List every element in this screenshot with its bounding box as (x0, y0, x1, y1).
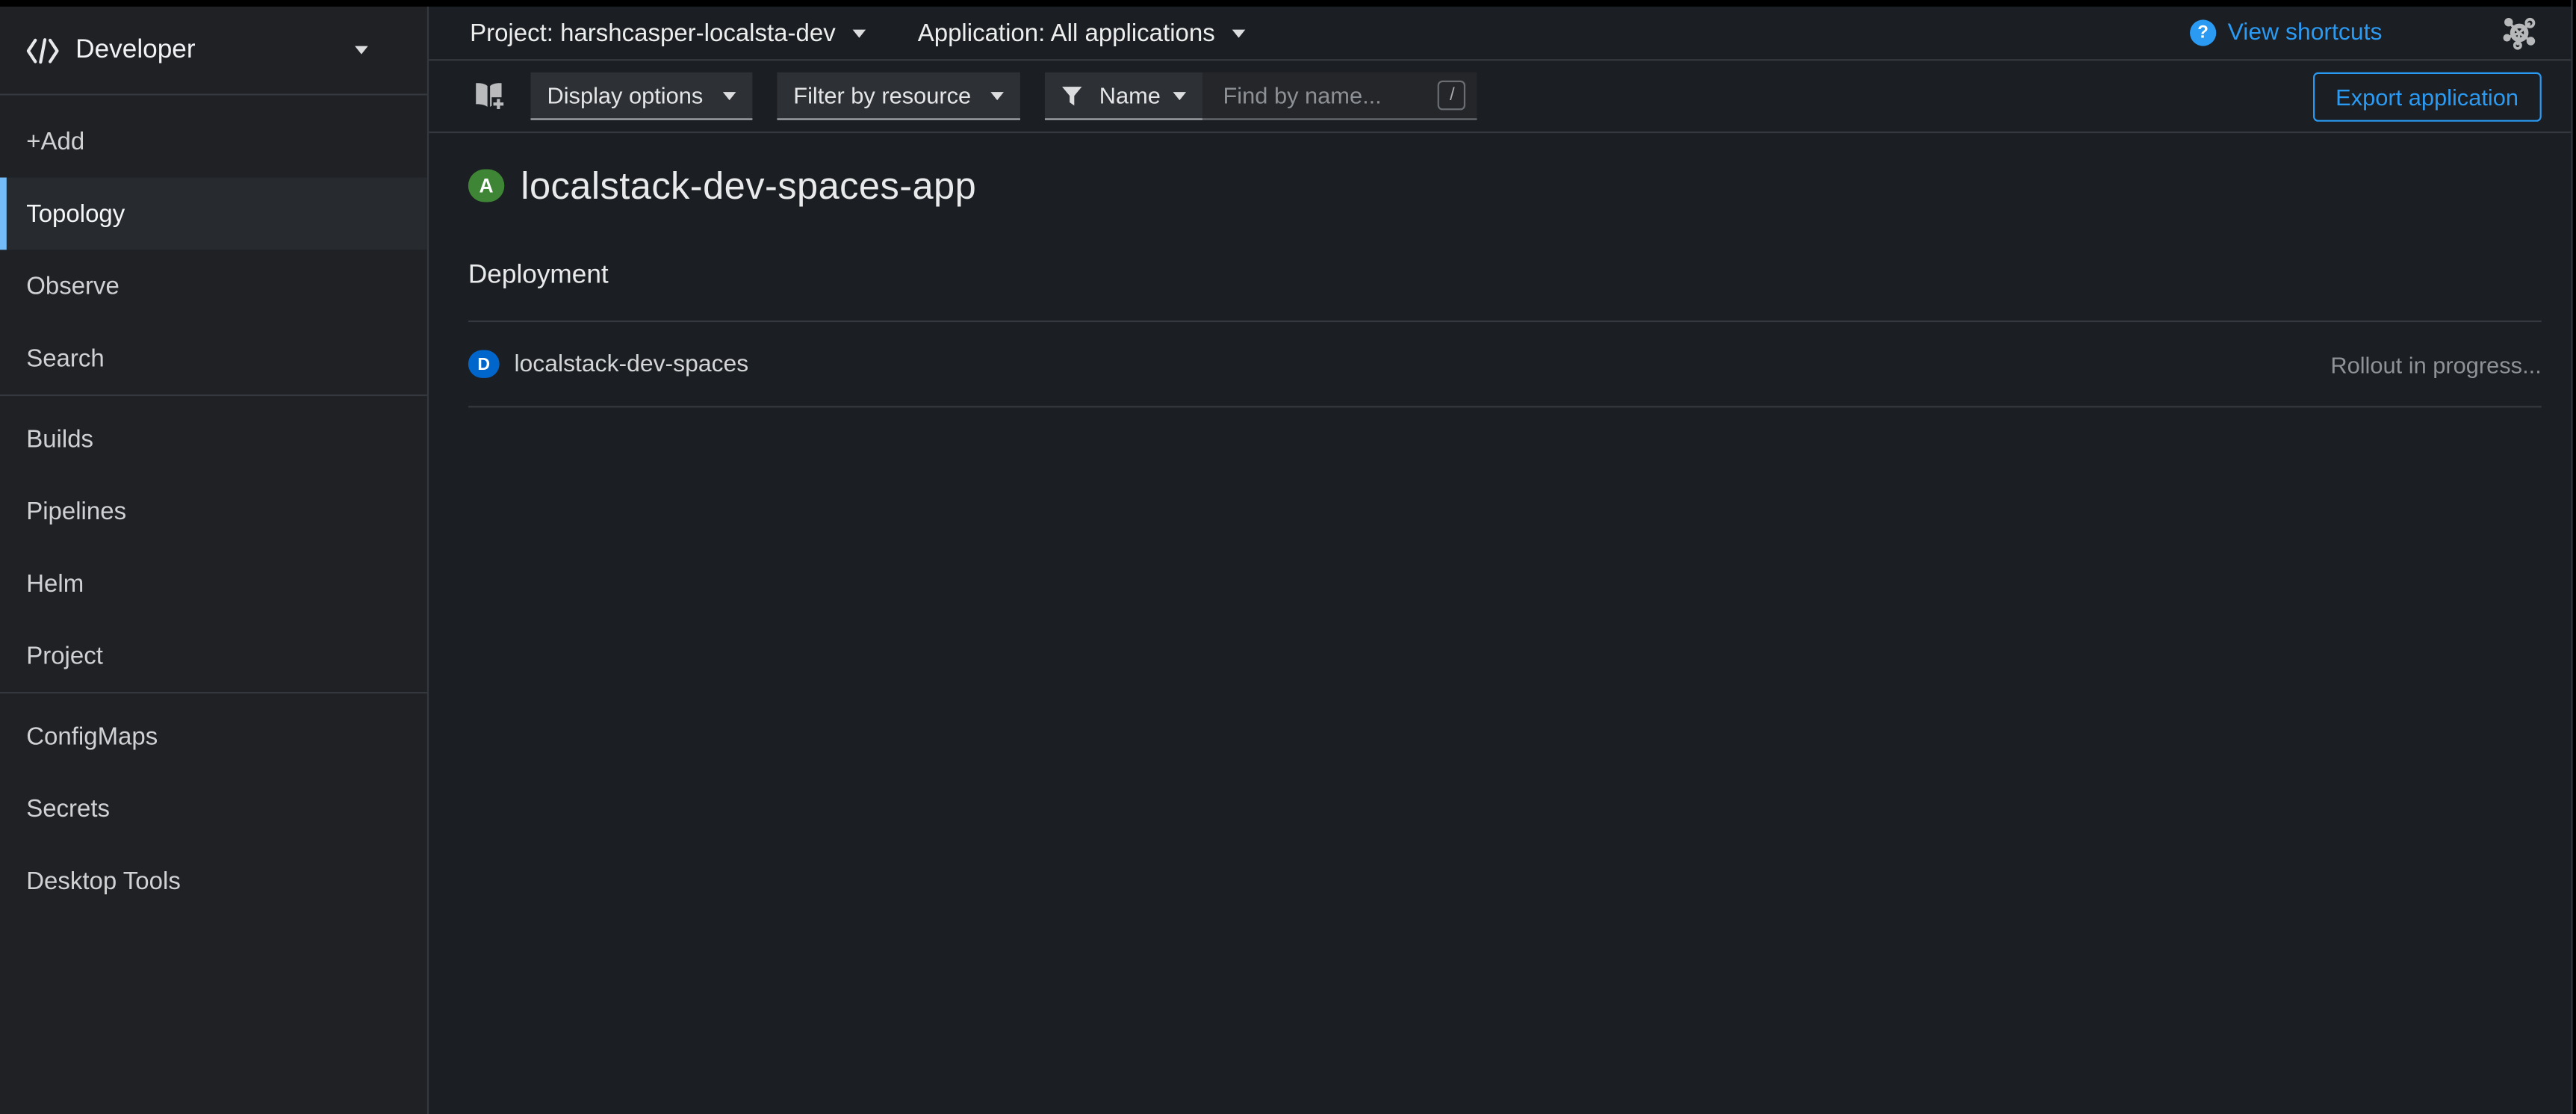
filter-by-resource-label: Filter by resource (793, 82, 971, 108)
name-filter-dropdown[interactable]: Name (1045, 72, 1203, 120)
openshift-console: Developer +Add Topology Observe Search B… (0, 0, 2576, 1114)
perspective-label: Developer (75, 35, 195, 65)
book-plus-icon (471, 81, 506, 112)
sidebar-item-configmaps[interactable]: ConfigMaps (0, 700, 427, 773)
topology-list-view: A localstack-dev-spaces-app Deployment D… (429, 133, 2576, 1114)
quick-add-button[interactable] (471, 81, 506, 112)
deployment-badge: D (468, 350, 500, 378)
chevron-down-icon (991, 91, 1005, 99)
filter-by-resource-dropdown[interactable]: Filter by resource (777, 72, 1020, 120)
resource-status: Rollout in progress... (2330, 351, 2541, 377)
chevron-down-icon (723, 91, 736, 99)
project-selector[interactable]: Project: harshcasper-localsta-dev (470, 19, 865, 46)
topology-icon (2501, 15, 2536, 51)
context-bar: Project: harshcasper-localsta-dev Applic… (429, 0, 2576, 61)
window-top-edge (0, 0, 2576, 7)
app-layout: Developer +Add Topology Observe Search B… (0, 0, 2576, 1114)
application-selector-label: Application: All applications (918, 19, 1215, 46)
sidebar-item-topology[interactable]: Topology (0, 178, 427, 250)
help-icon: ? (2190, 19, 2216, 46)
sidebar-item-builds[interactable]: Builds (0, 403, 427, 475)
sidebar-nav: +Add Topology Observe Search Builds Pipe… (0, 96, 427, 917)
find-by-name-field: / (1203, 72, 1477, 120)
application-title: localstack-dev-spaces-app (521, 164, 976, 208)
application-group-header: A localstack-dev-spaces-app (468, 159, 2542, 211)
export-application-button[interactable]: Export application (2312, 72, 2541, 121)
view-shortcuts-label: View shortcuts (2228, 19, 2383, 46)
topology-toolbar: Display options Filter by resource (429, 61, 2576, 133)
application-badge: A (468, 170, 504, 202)
sidebar-item-project[interactable]: Project (0, 619, 427, 692)
window-right-edge (2571, 0, 2576, 1114)
chevron-down-icon (1232, 28, 1245, 37)
name-filter-label: Name (1099, 82, 1161, 108)
display-options-dropdown[interactable]: Display options (530, 72, 752, 120)
resource-kind-heading: Deployment (468, 262, 2542, 294)
sidebar-item-observe[interactable]: Observe (0, 250, 427, 322)
sidebar-item-pipelines[interactable]: Pipelines (0, 475, 427, 548)
resource-list: D localstack-dev-spaces Rollout in progr… (468, 321, 2542, 408)
chevron-down-icon (852, 28, 866, 37)
topology-view-button[interactable] (2501, 15, 2536, 51)
funnel-icon (1061, 84, 1083, 106)
sidebar-item-add[interactable]: +Add (0, 105, 427, 178)
sidebar-item-secrets[interactable]: Secrets (0, 773, 427, 845)
code-icon (26, 37, 59, 63)
sidebar-item-desktop-tools[interactable]: Desktop Tools (0, 845, 427, 917)
context-bar-right: ? View shortcuts (2190, 15, 2536, 51)
chevron-down-icon (1174, 91, 1188, 99)
display-options-label: Display options (547, 82, 703, 108)
find-by-name-input[interactable] (1220, 81, 1438, 111)
sidebar-item-helm[interactable]: Helm (0, 547, 427, 619)
sidebar-item-search[interactable]: Search (0, 322, 427, 394)
chevron-down-icon (355, 46, 368, 55)
list-item-deployment[interactable]: D localstack-dev-spaces Rollout in progr… (468, 322, 2542, 407)
main-column: Project: harshcasper-localsta-dev Applic… (429, 0, 2576, 1114)
resource-name[interactable]: localstack-dev-spaces (514, 351, 748, 377)
slash-shortcut-badge: / (1438, 81, 1466, 111)
sidebar: Developer +Add Topology Observe Search B… (0, 0, 429, 1114)
view-shortcuts-link[interactable]: ? View shortcuts (2190, 19, 2382, 46)
name-filter-group: Name / (1045, 72, 1477, 120)
perspective-switcher[interactable]: Developer (0, 0, 427, 96)
application-selector[interactable]: Application: All applications (918, 19, 1245, 46)
project-selector-label: Project: harshcasper-localsta-dev (470, 19, 836, 46)
